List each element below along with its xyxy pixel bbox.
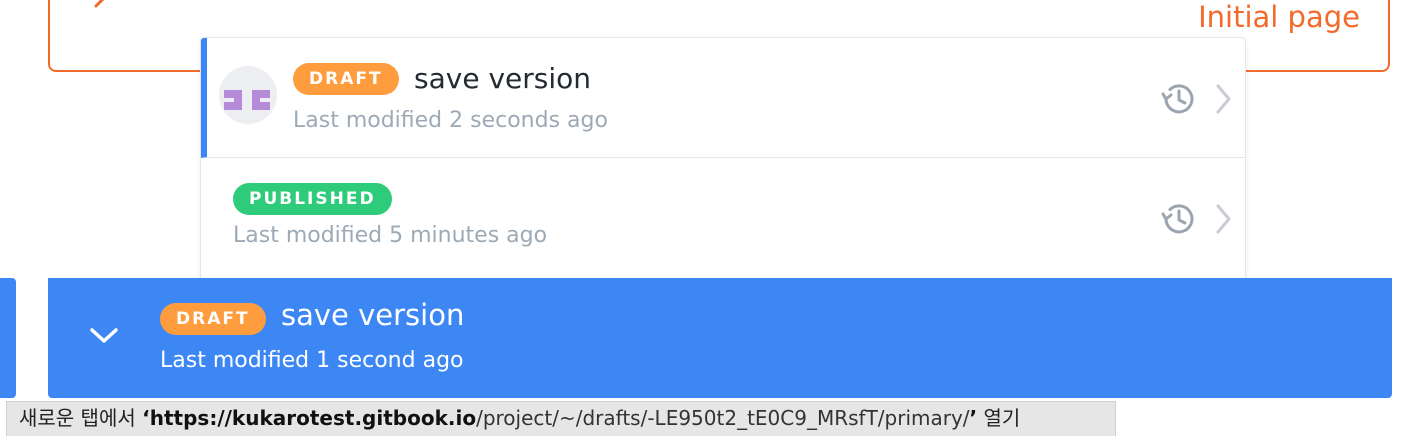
status-suffix: 열기 bbox=[977, 406, 1021, 430]
status-url-host: https://kukarotest.gitbook.io bbox=[149, 406, 477, 430]
version-title: save version bbox=[414, 62, 591, 95]
current-version-bar[interactable]: DRAFT save version Last modified 1 secon… bbox=[48, 278, 1392, 398]
status-quote-close: ’ bbox=[969, 406, 978, 430]
chevron-down-icon[interactable] bbox=[88, 324, 120, 351]
version-item-published[interactable]: PUBLISHED Last modified 5 minutes ago bbox=[201, 158, 1245, 278]
status-badge-draft: DRAFT bbox=[160, 303, 266, 335]
status-badge-published: PUBLISHED bbox=[233, 183, 392, 215]
chevron-right-icon[interactable] bbox=[1213, 83, 1233, 120]
avatar bbox=[219, 66, 277, 124]
history-icon[interactable] bbox=[1159, 80, 1197, 123]
current-version-title: save version bbox=[281, 298, 465, 332]
current-version-modified-time: Last modified 1 second ago bbox=[160, 348, 464, 373]
version-item-draft[interactable]: DRAFT save version Last modified 2 secon… bbox=[201, 38, 1245, 158]
status-prefix: 새로운 탭에서 bbox=[19, 406, 143, 430]
chevron-right-icon[interactable] bbox=[1213, 203, 1233, 240]
page-title[interactable]: Initial page bbox=[1198, 0, 1360, 34]
chevron-left-icon[interactable] bbox=[86, 0, 116, 23]
status-url-path: /project/~/drafts/-LE950t2_tE0C9_MRsfT/p… bbox=[476, 406, 970, 430]
status-badge-draft: DRAFT bbox=[293, 63, 399, 95]
version-modified-time: Last modified 5 minutes ago bbox=[233, 223, 548, 248]
sidebar-edge bbox=[0, 278, 16, 398]
version-modified-time: Last modified 2 seconds ago bbox=[293, 108, 608, 133]
version-history-popover: DRAFT save version Last modified 2 secon… bbox=[200, 37, 1246, 297]
browser-status-bar: 새로운 탭에서 ‘https://kukarotest.gitbook.io/p… bbox=[6, 401, 1116, 436]
status-quote-open: ‘ bbox=[142, 406, 150, 430]
history-icon[interactable] bbox=[1159, 200, 1197, 243]
